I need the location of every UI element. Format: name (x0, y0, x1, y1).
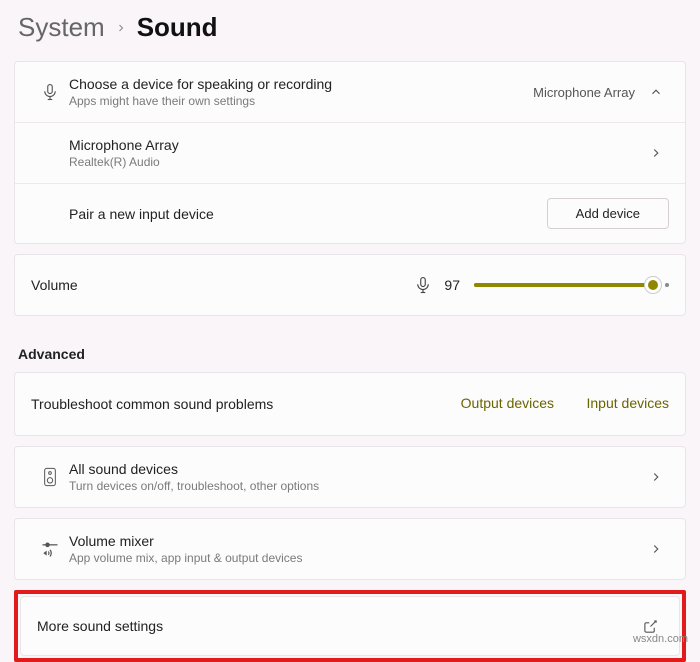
troubleshoot-label: Troubleshoot common sound problems (31, 396, 273, 412)
troubleshoot-card: Troubleshoot common sound problems Outpu… (14, 372, 686, 436)
device-driver: Realtek(R) Audio (69, 155, 649, 169)
breadcrumb: System Sound (14, 12, 686, 43)
mixer-icon (31, 539, 69, 559)
advanced-heading: Advanced (18, 346, 686, 362)
chevron-up-icon (649, 85, 669, 99)
input-device-card: Choose a device for speaking or recordin… (14, 61, 686, 244)
more-sound-settings-row[interactable]: More sound settings (20, 596, 680, 656)
current-device-label: Microphone Array (533, 85, 635, 100)
microphone-icon (31, 83, 69, 101)
chevron-right-icon (649, 542, 669, 556)
output-devices-link[interactable]: Output devices (461, 395, 554, 411)
all-devices-title: All sound devices (69, 461, 649, 477)
microphone-icon (414, 276, 432, 294)
slider-end-marker (665, 283, 669, 287)
choose-device-subtitle: Apps might have their own settings (69, 94, 533, 108)
volume-value: 97 (444, 277, 460, 293)
pair-device-label: Pair a new input device (69, 206, 214, 222)
all-devices-subtitle: Turn devices on/off, troubleshoot, other… (69, 479, 649, 493)
input-devices-link[interactable]: Input devices (587, 395, 670, 411)
page-title: Sound (137, 12, 218, 43)
pair-device-row: Pair a new input device Add device (15, 183, 685, 243)
volume-card: Volume 97 (14, 254, 686, 316)
chevron-right-icon (115, 22, 127, 34)
volume-mixer-row[interactable]: Volume mixer App volume mix, app input &… (14, 518, 686, 580)
volume-label: Volume (31, 277, 78, 293)
speaker-icon (31, 467, 69, 487)
device-name: Microphone Array (69, 137, 649, 153)
mixer-subtitle: App volume mix, app input & output devic… (69, 551, 649, 565)
open-external-icon (643, 619, 663, 634)
microphone-array-row[interactable]: Microphone Array Realtek(R) Audio (15, 122, 685, 183)
choose-device-row[interactable]: Choose a device for speaking or recordin… (15, 62, 685, 122)
chevron-right-icon (649, 146, 669, 160)
watermark: wsxdn.com (633, 633, 688, 645)
chevron-right-icon (649, 470, 669, 484)
add-device-button[interactable]: Add device (547, 198, 669, 229)
annotation-highlight: More sound settings (14, 590, 686, 662)
breadcrumb-parent[interactable]: System (18, 12, 105, 43)
all-sound-devices-row[interactable]: All sound devices Turn devices on/off, t… (14, 446, 686, 508)
volume-slider[interactable] (474, 275, 659, 295)
more-settings-title: More sound settings (37, 618, 643, 634)
choose-device-title: Choose a device for speaking or recordin… (69, 76, 533, 92)
mixer-title: Volume mixer (69, 533, 649, 549)
